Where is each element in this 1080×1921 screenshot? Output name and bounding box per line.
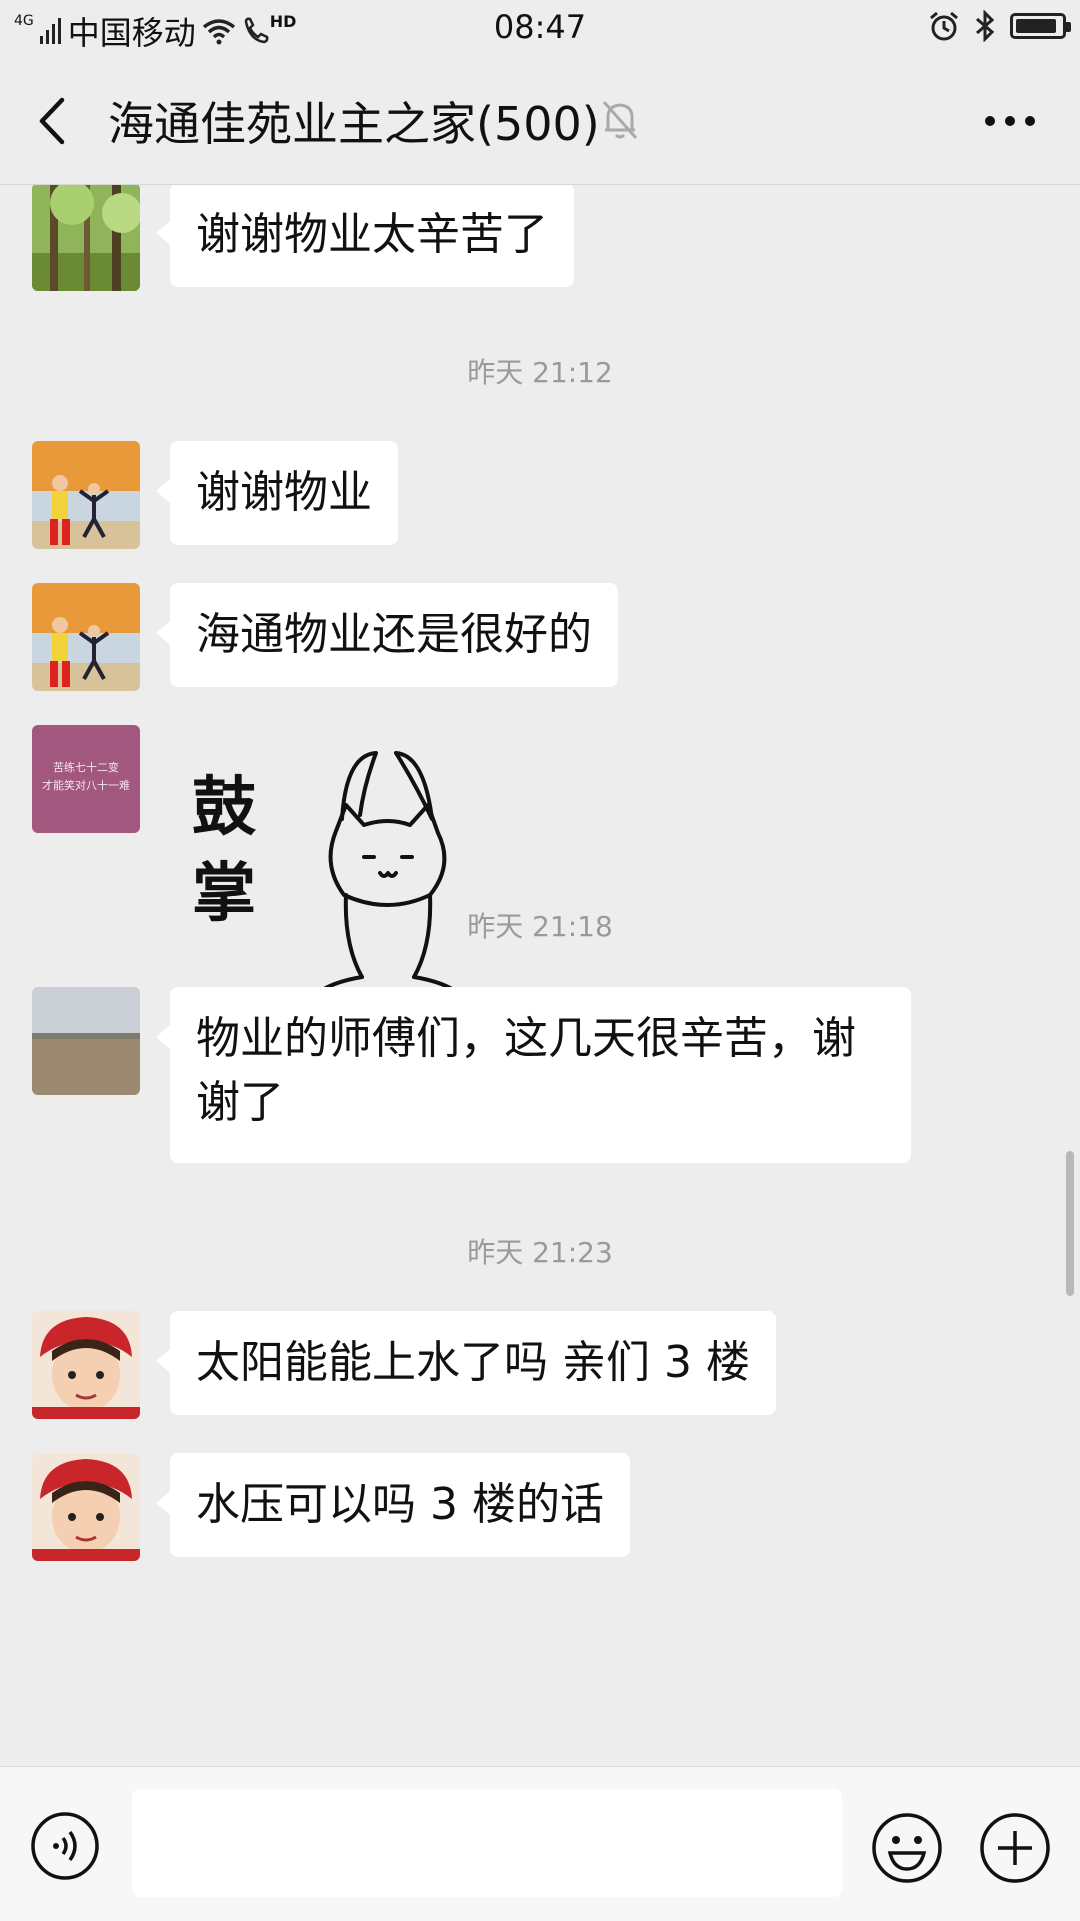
river-avatar[interactable] <box>32 987 140 1095</box>
voice-icon[interactable] <box>30 1811 100 1881</box>
child-red-hat-avatar[interactable] <box>32 1311 140 1419</box>
message-input[interactable] <box>132 1789 842 1897</box>
battery-icon <box>1010 13 1071 39</box>
scrollbar[interactable] <box>1066 1151 1074 1296</box>
input-bar <box>0 1766 1080 1921</box>
forest-avatar[interactable] <box>32 185 140 291</box>
child-red-hat-avatar[interactable] <box>32 1453 140 1561</box>
chat-header: 海通佳苑业主之家(500) <box>0 58 1080 185</box>
emoji-icon[interactable] <box>870 1811 944 1885</box>
sticker-text-1: 鼓 <box>192 771 256 845</box>
status-time: 08:47 <box>493 8 587 46</box>
status-right <box>928 10 1071 42</box>
message-bubble[interactable]: 谢谢物业太辛苦了 <box>156 185 574 287</box>
beach-kids-avatar[interactable] <box>32 441 140 549</box>
plus-icon[interactable] <box>978 1811 1052 1885</box>
purple-quote-avatar[interactable]: 苦练七十二变 才能笑对八十一难 <box>32 725 140 833</box>
timestamp: 昨天 21:23 <box>467 1236 613 1269</box>
message-bubble[interactable]: 太阳能能上水了吗 亲们 3 楼 <box>156 1311 776 1415</box>
message-list[interactable]: 谢谢物业太辛苦了 昨天 21:12 谢谢物业 海通物业还是很好的 苦练七十二变 … <box>0 185 1080 1765</box>
avatar-quote-line: 才能笑对八十一难 <box>42 779 130 792</box>
mute-bell-icon <box>602 101 638 139</box>
alarm-icon <box>930 11 958 41</box>
bluetooth-icon <box>976 10 995 42</box>
beach-kids-avatar[interactable] <box>32 583 140 691</box>
timestamp: 昨天 21:18 <box>467 910 613 943</box>
back-arrow-icon[interactable] <box>30 94 80 148</box>
message-bubble[interactable]: 谢谢物业 <box>156 441 398 545</box>
message-bubble[interactable]: 海通物业还是很好的 <box>156 583 618 687</box>
timestamp: 昨天 21:12 <box>467 356 613 389</box>
battery-fill <box>1016 19 1056 33</box>
avatar-quote-line: 苦练七十二变 <box>53 761 119 774</box>
message-bubble[interactable]: 水压可以吗 3 楼的话 <box>156 1453 630 1557</box>
status-bar: 4G 中国移动 HD 08:47 <box>0 0 1080 58</box>
chat-title: 海通佳苑业主之家(500) <box>108 97 600 151</box>
more-dots-icon[interactable] <box>980 106 1040 136</box>
message-bubble[interactable]: 物业的师傅们，这几天很辛苦，谢谢了 <box>156 987 911 1163</box>
